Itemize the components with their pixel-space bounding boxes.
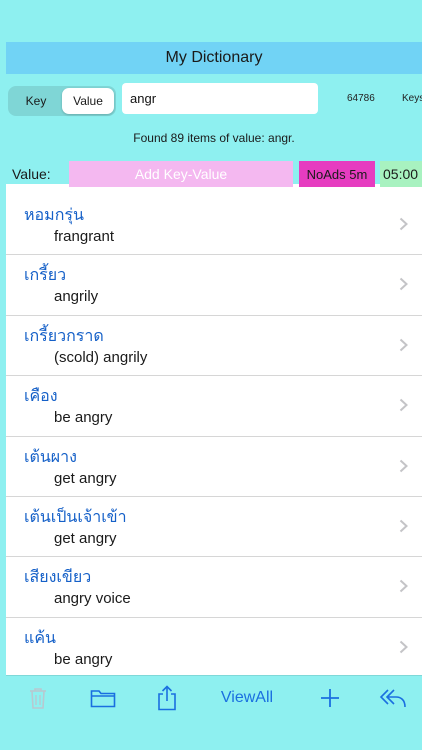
segment-value[interactable]: Value bbox=[62, 88, 114, 114]
app-screen: My Dictionary Key Value 64786 Keys Found… bbox=[6, 0, 422, 750]
entry-key: เคือง bbox=[24, 386, 58, 406]
list-item[interactable]: เต้นผาง get angry bbox=[6, 437, 422, 497]
list-item[interactable]: เสียงเขียว angry voice bbox=[6, 557, 422, 618]
no-ads-button[interactable]: NoAds 5m bbox=[299, 161, 375, 187]
list-item[interactable]: เกรี้ยว angrily bbox=[6, 255, 422, 316]
entry-key: เกรี้ยวกราด bbox=[24, 325, 104, 345]
search-result-summary: Found 89 items of value: angr. bbox=[133, 131, 295, 145]
navigation-bar: My Dictionary bbox=[6, 42, 422, 74]
chevron-right-icon bbox=[399, 640, 408, 653]
entry-value: get angry bbox=[54, 469, 117, 487]
add-key-value-button[interactable]: Add Key-Value bbox=[69, 161, 293, 187]
home-indicator-area bbox=[6, 719, 422, 750]
chevron-right-icon bbox=[399, 580, 408, 593]
entry-key: เต้นเป็นเจ้าเข้า bbox=[24, 506, 127, 526]
entry-value: be angry bbox=[54, 409, 113, 427]
chevron-right-icon bbox=[399, 519, 408, 533]
list-item[interactable]: เต้นเป็นเจ้าเข้า get angry bbox=[6, 497, 422, 558]
entry-count: 64786 bbox=[347, 93, 375, 104]
chevron-right-icon bbox=[399, 398, 408, 412]
entry-value: get angry bbox=[54, 529, 117, 547]
trash-icon[interactable] bbox=[26, 684, 50, 712]
entry-value: frangrant bbox=[54, 228, 115, 245]
entry-value: (scold) angrily bbox=[54, 348, 148, 366]
chevron-right-icon bbox=[399, 278, 408, 291]
entry-key: เสียงเขียว bbox=[24, 567, 92, 587]
search-mode-segmented-control: Key Value bbox=[8, 86, 116, 116]
status-area bbox=[6, 0, 422, 42]
entry-key: เต้นผาง bbox=[24, 446, 77, 466]
list-item[interactable]: หอมกรุ่น frangrant bbox=[6, 195, 422, 256]
entry-value: be angry bbox=[54, 650, 113, 668]
reply-all-icon[interactable] bbox=[378, 684, 408, 712]
entry-key: แค้น bbox=[24, 627, 56, 647]
value-label: Value: bbox=[12, 166, 51, 182]
keys-label: Keys bbox=[402, 93, 422, 104]
chevron-right-icon bbox=[399, 338, 408, 352]
entry-key: เกรี้ยว bbox=[24, 265, 67, 285]
list-item[interactable]: แค้น be angry bbox=[6, 618, 422, 678]
entry-value: angrily bbox=[54, 288, 99, 306]
share-icon[interactable] bbox=[154, 684, 180, 712]
bottom-toolbar: ViewAll bbox=[6, 675, 422, 719]
list-item[interactable]: เกรี้ยวกราด (scold) angrily bbox=[6, 316, 422, 377]
chevron-right-icon bbox=[399, 459, 408, 472]
entry-list: หอมกรุ่น frangrant เกรี้ยว angrily เกรี้… bbox=[6, 195, 422, 678]
folder-icon[interactable] bbox=[88, 684, 118, 712]
chevron-right-icon bbox=[399, 217, 408, 231]
segment-key[interactable]: Key bbox=[10, 88, 62, 114]
search-input[interactable] bbox=[122, 83, 318, 114]
list-item[interactable]: เคือง be angry bbox=[6, 376, 422, 437]
view-all-button[interactable]: ViewAll bbox=[212, 684, 282, 712]
timer-display: 05:00 bbox=[380, 161, 422, 187]
plus-icon[interactable] bbox=[318, 684, 342, 712]
search-panel: Key Value 64786 Keys Found 89 items of v… bbox=[6, 74, 422, 187]
entry-value: angry voice bbox=[54, 590, 131, 608]
page-title: My Dictionary bbox=[165, 49, 263, 66]
entry-key: หอมกรุ่น bbox=[24, 205, 84, 224]
